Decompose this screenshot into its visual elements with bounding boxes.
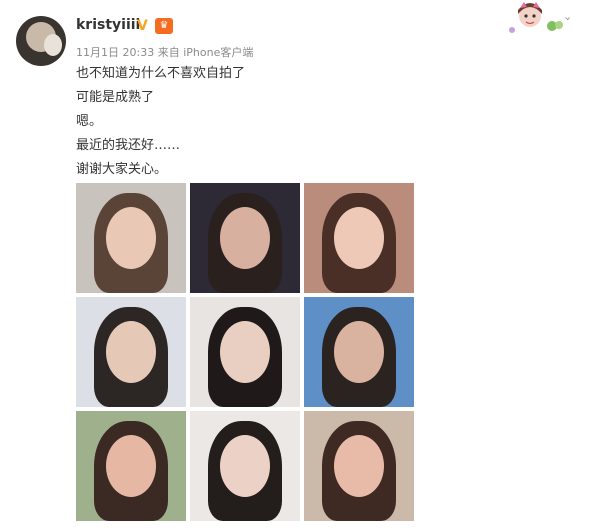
- post-line: 可能是成熟了: [76, 90, 155, 105]
- photo-thumbnail[interactable]: [190, 297, 300, 407]
- source-link[interactable]: iPhone客户端: [183, 46, 253, 59]
- username-link[interactable]: kristyiiii: [76, 17, 140, 33]
- photo-face-shape: [220, 435, 270, 497]
- photo-face-shape: [220, 207, 270, 269]
- photo-thumbnail[interactable]: [190, 183, 300, 293]
- photo-face-shape: [106, 435, 156, 497]
- photo-thumbnail[interactable]: [304, 411, 414, 521]
- photo-thumbnail[interactable]: [76, 411, 186, 521]
- photo-face-shape: [334, 435, 384, 497]
- photo-face-shape: [334, 321, 384, 383]
- post-line: 谢谢大家关心。: [76, 162, 168, 177]
- post-line: 嗯。: [76, 114, 103, 129]
- avatar-dog-shape: [44, 34, 62, 56]
- verified-v-icon[interactable]: V: [137, 19, 151, 33]
- photo-thumbnail[interactable]: [190, 411, 300, 521]
- photo-face-shape: [106, 321, 156, 383]
- user-avatar[interactable]: [16, 16, 66, 66]
- post-line: 最近的我还好……: [76, 138, 181, 153]
- photo-face-shape: [106, 207, 156, 269]
- chevron-down-icon[interactable]: ⌄: [563, 11, 573, 22]
- post-time[interactable]: 11月1日 20:33: [76, 46, 154, 59]
- photo-grid: [76, 183, 414, 522]
- post-meta: 11月1日 20:33 来自 iPhone客户端: [76, 44, 253, 60]
- photo-face-shape: [220, 321, 270, 383]
- photo-thumbnail[interactable]: [304, 183, 414, 293]
- photo-thumbnail[interactable]: [76, 183, 186, 293]
- member-crown-icon[interactable]: ♛: [155, 18, 173, 34]
- photo-thumbnail[interactable]: [76, 297, 186, 407]
- post-content: 也不知道为什么不喜欢自拍了 可能是成熟了 嗯。 最近的我还好…… 谢谢大家关心。: [76, 62, 245, 182]
- source-prefix: 来自: [157, 46, 180, 59]
- photo-thumbnail[interactable]: [304, 297, 414, 407]
- photo-face-shape: [334, 207, 384, 269]
- post-line: 也不知道为什么不喜欢自拍了: [76, 66, 246, 81]
